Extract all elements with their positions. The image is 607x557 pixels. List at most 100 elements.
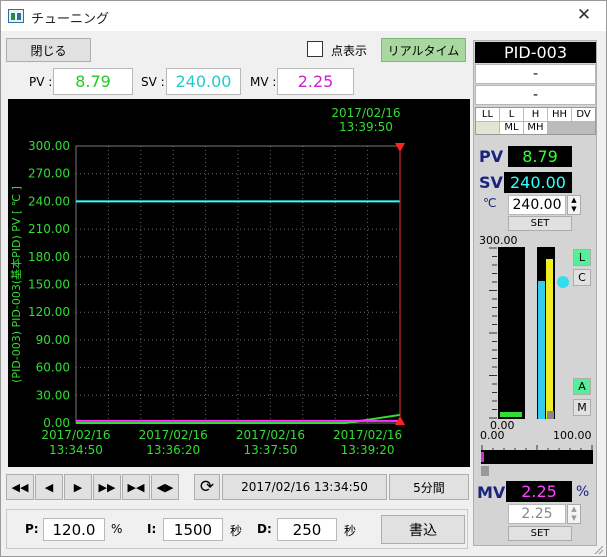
alarm-h: H bbox=[524, 108, 547, 121]
y-tick-label: 240.00 bbox=[28, 194, 70, 208]
p-unit: % bbox=[111, 522, 123, 536]
mv-bar-fill bbox=[481, 452, 484, 462]
bar-max-label: 300.00 bbox=[479, 234, 518, 247]
cursor-marker-top bbox=[395, 143, 405, 152]
mv-output-bar-fill bbox=[546, 259, 553, 419]
y-tick-label: 180.00 bbox=[28, 250, 70, 264]
nav-last-button[interactable]: ▶▶ bbox=[93, 474, 121, 500]
mv-set-button[interactable]: SET bbox=[508, 526, 572, 541]
trend-chart[interactable]: 300.00 270.00 240.00 210.00 180.00 150.00 120.… bbox=[8, 99, 470, 467]
y-tick-label: 300.00 bbox=[28, 139, 70, 153]
tag-name: PID-003 bbox=[475, 42, 596, 63]
mv-input[interactable]: 2.25 bbox=[508, 504, 566, 524]
mv-scale-min: 0.00 bbox=[480, 429, 505, 442]
sv-mv-bar bbox=[537, 247, 555, 419]
bar-handle[interactable] bbox=[547, 411, 554, 419]
app-icon bbox=[8, 9, 24, 23]
span-button[interactable]: 5分間 bbox=[389, 474, 469, 500]
alarm-ml: ML bbox=[500, 121, 523, 134]
y-tick-label: 150.00 bbox=[28, 278, 70, 292]
cursor-date-label: 2017/02/16 bbox=[331, 106, 400, 120]
alarm-dv: DV bbox=[572, 108, 595, 121]
pv-label: PV bbox=[479, 147, 504, 166]
mv-readout-label: MV : bbox=[250, 75, 277, 89]
y-tick-label: 30.00 bbox=[36, 388, 70, 402]
sv-spin[interactable]: ▲ ▼ bbox=[567, 195, 581, 215]
sv-set-button[interactable]: SET bbox=[508, 216, 572, 231]
y-tick-label: 120.00 bbox=[28, 305, 70, 319]
pv-readout: 8.79 bbox=[53, 68, 133, 95]
mv-slider-handle[interactable] bbox=[481, 466, 489, 476]
mv-bar bbox=[481, 450, 593, 464]
close-button[interactable]: 閉じる bbox=[6, 38, 91, 62]
i-input[interactable]: 1500 bbox=[163, 518, 223, 541]
p-label: P: bbox=[25, 522, 39, 536]
pv-readout-label: PV : bbox=[29, 75, 53, 89]
mv-spin[interactable]: ▲ ▼ bbox=[567, 504, 581, 524]
pv-value: 8.79 bbox=[508, 146, 572, 167]
pv-bar-fill bbox=[500, 412, 522, 417]
sv-readout: 240.00 bbox=[166, 68, 241, 95]
mode-c-button[interactable]: C bbox=[573, 269, 591, 286]
pv-bar bbox=[498, 247, 525, 419]
i-unit: 秒 bbox=[230, 524, 243, 538]
nav-buttons: ◀◀ ◀ ▶ ▶▶ ▶◀ ◀▶ bbox=[6, 474, 180, 500]
x-tick-date: 2017/02/16 bbox=[139, 428, 208, 442]
x-tick-time: 13:37:50 bbox=[243, 443, 297, 457]
mv-label: MV bbox=[477, 483, 506, 502]
x-tick-date: 2017/02/16 bbox=[236, 428, 305, 442]
sv-bar-fill bbox=[538, 281, 545, 419]
nav-zoom-in-button[interactable]: ▶◀ bbox=[122, 474, 150, 500]
x-tick-time: 13:36:20 bbox=[146, 443, 200, 457]
mv-value: 2.25 bbox=[506, 481, 572, 502]
y-tick-label: 270.00 bbox=[28, 167, 70, 181]
d-unit: 秒 bbox=[344, 524, 357, 538]
title-bar: チューニング ✕ bbox=[1, 1, 606, 31]
nav-datetime[interactable]: 2017/02/16 13:34:50 bbox=[222, 474, 387, 500]
sv-pointer-icon[interactable] bbox=[557, 276, 569, 288]
sv-readout-label: SV : bbox=[141, 75, 165, 89]
mv-scale-max: 100.00 bbox=[553, 429, 592, 442]
y-tick-label: 90.00 bbox=[36, 333, 70, 347]
alarm-l: L bbox=[500, 108, 523, 121]
tag-line-2: - bbox=[475, 85, 596, 105]
mode-l-button[interactable]: L bbox=[573, 249, 591, 266]
cursor-time-label: 13:39:50 bbox=[339, 120, 393, 134]
sv-input[interactable]: 240.00 bbox=[508, 195, 566, 215]
y-axis-label: (PID-003) PID-003(基本PID) PV [ ℃ ] bbox=[9, 186, 23, 383]
trend-chart-svg: 300.00 270.00 240.00 210.00 180.00 150.00 120.… bbox=[9, 106, 405, 457]
mode-m-button[interactable]: M bbox=[573, 399, 591, 416]
tuning-window: チューニング ✕ 閉じる 点表示 リアルタイム PV : 8.79 SV : 2… bbox=[0, 0, 607, 557]
x-tick-date: 2017/02/16 bbox=[41, 428, 110, 442]
nav-prev-button[interactable]: ◀ bbox=[35, 474, 63, 500]
sv-label: SV bbox=[479, 173, 503, 192]
d-input[interactable]: 250 bbox=[277, 518, 337, 541]
alarm-grid: LL L H HH DV ML MH bbox=[475, 107, 596, 135]
unit-label: ℃ bbox=[483, 196, 497, 210]
tag-line-1: - bbox=[475, 64, 596, 84]
mv-readout: 2.25 bbox=[277, 68, 354, 95]
d-label: D: bbox=[257, 522, 272, 536]
close-icon[interactable]: ✕ bbox=[574, 5, 594, 25]
alarm-blank bbox=[476, 121, 499, 134]
y-tick-label: 60.00 bbox=[36, 361, 70, 375]
p-input[interactable]: 120.0 bbox=[43, 518, 105, 541]
y-tick-label: 210.00 bbox=[28, 222, 70, 236]
x-tick-time: 13:34:50 bbox=[49, 443, 103, 457]
mode-a-button[interactable]: A bbox=[573, 378, 591, 395]
alarm-ll: LL bbox=[476, 108, 499, 121]
alarm-mh: MH bbox=[524, 121, 547, 134]
realtime-button[interactable]: リアルタイム bbox=[381, 38, 466, 62]
mv-unit: % bbox=[576, 484, 590, 500]
resize-grip-icon[interactable] bbox=[594, 544, 604, 555]
alarm-hh: HH bbox=[548, 108, 571, 121]
nav-next-button[interactable]: ▶ bbox=[64, 474, 92, 500]
write-button[interactable]: 書込 bbox=[381, 515, 465, 544]
nav-first-button[interactable]: ◀◀ bbox=[6, 474, 34, 500]
point-display-label: 点表示 bbox=[331, 44, 368, 58]
refresh-icon[interactable]: ⟳ bbox=[194, 474, 220, 500]
sv-value: 240.00 bbox=[504, 172, 572, 193]
window-title: チューニング bbox=[31, 12, 110, 27]
point-display-checkbox[interactable] bbox=[307, 41, 323, 57]
nav-zoom-out-button[interactable]: ◀▶ bbox=[151, 474, 179, 500]
